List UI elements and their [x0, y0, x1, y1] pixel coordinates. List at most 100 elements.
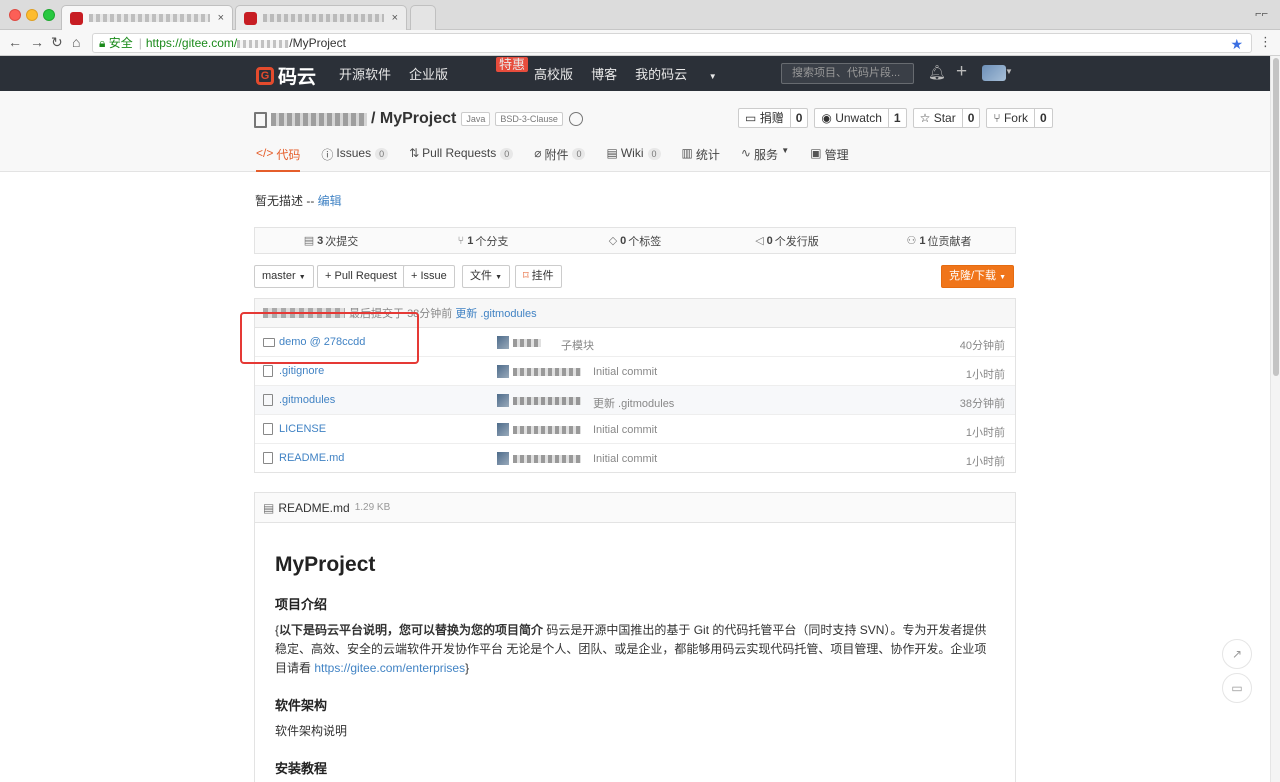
stat-branches[interactable]: ⑂ 1 个分支: [407, 228, 559, 253]
project-name[interactable]: MyProject: [380, 110, 456, 128]
stat-releases[interactable]: ◁ 0 个发行版: [711, 228, 863, 253]
window-close-button[interactable]: [9, 9, 21, 21]
new-issue-button[interactable]: + Issue: [403, 265, 455, 288]
user-profile-icon[interactable]: ⌐⌐: [1255, 8, 1268, 20]
tab-manage[interactable]: ▣ 管理: [810, 146, 848, 172]
tab-close-icon[interactable]: ×: [218, 12, 224, 24]
star-button[interactable]: ☆ Star 0: [912, 108, 981, 128]
file-icon: [263, 452, 273, 464]
tab-code[interactable]: </> 代码: [256, 146, 301, 172]
commit-message[interactable]: Initial commit: [593, 424, 657, 436]
share-icon[interactable]: ↗: [1222, 639, 1252, 669]
tag-icon: ◇: [608, 235, 618, 247]
bell-icon[interactable]: 🔔︎: [928, 64, 946, 81]
nav-my-gitee[interactable]: 我的码云 ▼: [635, 64, 735, 83]
commit-time: 1小时前: [965, 427, 1005, 439]
scrollbar-thumb[interactable]: [1273, 58, 1279, 376]
donate-label: 捐赠: [759, 111, 784, 125]
avatar[interactable]: [982, 65, 1006, 81]
file-name[interactable]: LICENSE: [279, 423, 326, 435]
bookmark-star-icon[interactable]: ★: [1230, 35, 1243, 53]
edit-description-link[interactable]: 编辑: [318, 194, 342, 208]
unwatch-button[interactable]: ◉ Unwatch 1: [814, 108, 907, 128]
avatar[interactable]: [497, 365, 509, 378]
owner-name-blurred[interactable]: [271, 112, 367, 126]
tab-close-icon[interactable]: ×: [392, 12, 398, 24]
browser-menu-icon[interactable]: ⋮: [1259, 34, 1272, 50]
browser-tab[interactable]: ×: [235, 5, 407, 30]
forward-icon[interactable]: →: [30, 34, 44, 50]
window-minimize-button[interactable]: [26, 9, 38, 21]
readme-bold-text: 以下是码云平台说明，您可以替换为您的项目简介: [279, 623, 544, 637]
fork-button[interactable]: ⑂ Fork 0: [986, 108, 1053, 128]
tab-pull-requests[interactable]: ⇅ Pull Requests 0: [409, 146, 514, 172]
commit-message[interactable]: Initial commit: [593, 366, 657, 378]
branch-label: master: [262, 270, 296, 282]
tab-issues[interactable]: ⓘ Issues 0: [321, 146, 389, 172]
file-row-gitmodules[interactable]: .gitmodules 更新 .gitmodules 38分钟前: [255, 386, 1015, 415]
file-row-readme[interactable]: README.md Initial commit 1小时前: [255, 444, 1015, 473]
branch-icon: ⑂: [457, 234, 465, 247]
gitee-logo[interactable]: G 码云: [256, 62, 316, 89]
avatar[interactable]: [497, 336, 509, 349]
file-name[interactable]: .gitignore: [279, 365, 324, 377]
clone-download-button[interactable]: 克隆/下载 ▼: [941, 265, 1015, 288]
nav-university[interactable]: 高校版: [534, 64, 573, 83]
fork-count: 0: [1033, 109, 1052, 127]
file-row-license[interactable]: LICENSE Initial commit 1小时前: [255, 415, 1015, 444]
stat-commits[interactable]: ▤ 3 次提交: [255, 228, 407, 253]
new-tab-button[interactable]: [410, 5, 436, 30]
stat-label: 个发行版: [774, 235, 819, 248]
url-field[interactable]: 🔒︎ 安全 | https://gitee.com//MyProject ★: [92, 33, 1252, 53]
commit-icon: ▤: [303, 235, 315, 247]
description-text: 暂无描述 --: [255, 194, 318, 208]
caret-down-icon[interactable]: ▼: [1005, 67, 1013, 76]
nav-enterprise[interactable]: 企业版 特惠: [409, 57, 529, 83]
new-pull-request-button[interactable]: + Pull Request: [317, 265, 405, 288]
stat-tags[interactable]: ◇ 0 个标签: [559, 228, 711, 253]
avatar[interactable]: [497, 423, 509, 436]
file-name[interactable]: .gitmodules: [279, 394, 335, 406]
watch-count: 1: [887, 109, 906, 127]
reload-icon[interactable]: ↻: [51, 34, 63, 51]
release-icon: ◁: [755, 235, 764, 247]
commit-time: 1小时前: [965, 456, 1005, 468]
stat-contributors[interactable]: ⚇ 1 位贡献者: [863, 228, 1015, 253]
tab-services[interactable]: ∿ 服务 ▼: [741, 146, 789, 172]
branch-select[interactable]: master ▼: [254, 265, 314, 288]
last-commit-message[interactable]: 更新 .gitmodules: [455, 305, 536, 321]
avatar[interactable]: [497, 452, 509, 465]
plus-icon[interactable]: +: [956, 61, 967, 83]
nav-my-gitee-label: 我的码云: [635, 67, 688, 82]
license-badge[interactable]: BSD-3-Clause: [495, 112, 563, 126]
page-scrollbar[interactable]: [1270, 56, 1280, 782]
widget-button[interactable]: ⌑ 挂件: [515, 265, 562, 288]
tab-stats[interactable]: ▥ 统计: [682, 146, 720, 172]
commit-time: 38分钟前: [959, 398, 1005, 410]
commit-message[interactable]: Initial commit: [593, 453, 657, 465]
readme-body: MyProject 项目介绍 {以下是码云平台说明，您可以替换为您的项目简介 码…: [255, 553, 1015, 777]
language-badge[interactable]: Java: [461, 112, 491, 126]
tab-attachments[interactable]: ⌀ 附件 0: [534, 146, 586, 172]
comment-icon[interactable]: ▭: [1222, 673, 1252, 703]
donate-button[interactable]: ▭ 捐赠 0: [738, 108, 809, 128]
caret-down-icon: ▼: [495, 274, 502, 281]
window-zoom-button[interactable]: [43, 9, 55, 21]
enterprises-link[interactable]: https://gitee.com/enterprises: [314, 661, 465, 675]
author-blurred: [513, 397, 581, 405]
commit-message[interactable]: 更新 .gitmodules: [593, 395, 674, 411]
repo-toolbar: master ▼ + Pull Request + Issue 文件 ▼ ⌑ 挂件…: [254, 265, 1016, 288]
medal-icon[interactable]: [568, 112, 583, 126]
file-menu-button[interactable]: 文件 ▼: [462, 265, 510, 288]
nav-blog[interactable]: 博客: [591, 64, 617, 83]
tab-wiki[interactable]: ▤ Wiki 0: [606, 146, 661, 172]
avatar[interactable]: [497, 394, 509, 407]
nav-open-source[interactable]: 开源软件: [339, 64, 391, 83]
home-icon[interactable]: ⌂: [72, 34, 80, 50]
file-name[interactable]: README.md: [279, 452, 344, 464]
gitee-logo-icon: G: [256, 66, 274, 85]
site-search-input[interactable]: 搜索项目、代码片段...: [781, 63, 914, 84]
browser-tab-active[interactable]: ×: [61, 5, 233, 30]
back-icon[interactable]: ←: [8, 34, 22, 50]
readme-filename[interactable]: README.md: [278, 501, 349, 515]
